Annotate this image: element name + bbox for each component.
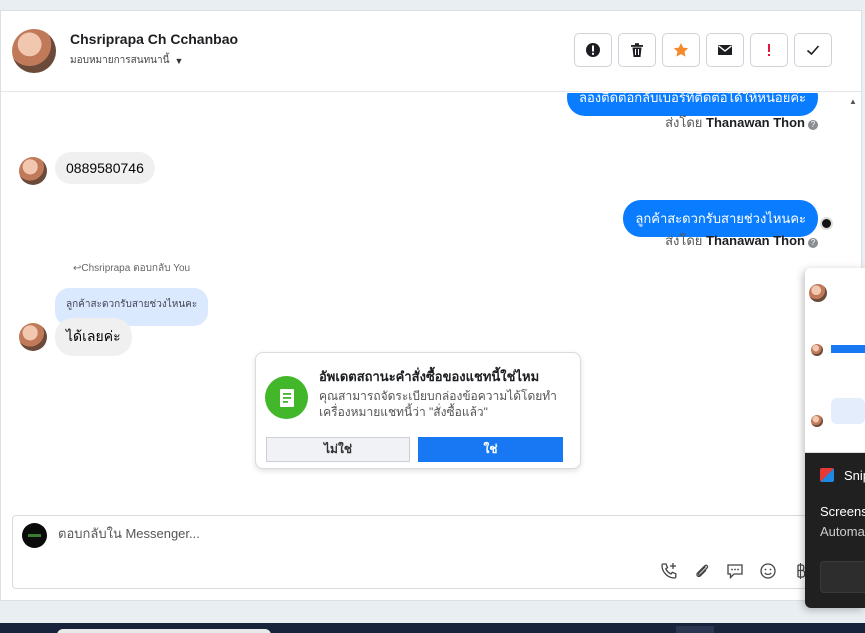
paperclip-icon xyxy=(696,564,709,578)
saved-replies-button[interactable] xyxy=(724,561,746,581)
taskbar-search[interactable] xyxy=(57,629,271,633)
agent-name: Thanawan Thon xyxy=(706,115,805,130)
help-icon[interactable]: ? xyxy=(808,238,818,248)
sent-by-prefix: ส่งโดย xyxy=(665,115,703,130)
thumb-bubble xyxy=(831,398,865,424)
scroll-up-arrow-icon[interactable]: ▲ xyxy=(849,97,857,106)
call-button[interactable] xyxy=(658,561,680,581)
thumb-avatar xyxy=(811,415,823,427)
composer xyxy=(12,515,852,589)
no-button[interactable]: ไม่ใช่ xyxy=(266,437,410,462)
header-actions xyxy=(574,33,832,67)
assign-conversation-dropdown[interactable]: มอบหมายการสนทนานี้ ▼ xyxy=(70,53,183,68)
contact-avatar-small xyxy=(19,157,47,185)
contact-avatar[interactable] xyxy=(12,29,56,73)
trash-icon xyxy=(631,43,643,57)
screenshot-thumbnail[interactable] xyxy=(805,268,865,453)
star-icon xyxy=(673,43,689,57)
thumb-avatar xyxy=(811,344,823,356)
exclamation-icon xyxy=(768,44,770,56)
receipt-icon xyxy=(279,388,294,407)
sent-by-prefix: ส่งโดย xyxy=(665,233,703,248)
mark-spam-button[interactable] xyxy=(574,33,612,67)
incoming-message: 0889580746 xyxy=(55,152,155,184)
order-status-dialog: อัพเดตสถานะคำสั่งซื้อของแชทนี้ใช่ไหม คุณ… xyxy=(255,352,581,469)
sent-by-label: ส่งโดย Thanawan Thon? xyxy=(665,112,818,133)
star-button[interactable] xyxy=(662,33,700,67)
mark-unread-button[interactable] xyxy=(706,33,744,67)
caret-down-icon: ▼ xyxy=(174,55,184,66)
chat-bubble-icon xyxy=(727,564,743,580)
yes-button[interactable]: ใช่ xyxy=(418,437,563,462)
delete-button[interactable] xyxy=(618,33,656,67)
conversation-header: Chsriprapa Ch Cchanbao มอบหมายการสนทนานี… xyxy=(1,11,861,92)
thumb-highlight xyxy=(831,345,865,353)
snipping-tool-notification[interactable]: Snip Screens Automa xyxy=(805,268,865,608)
notification-subtitle: Automa xyxy=(820,524,865,539)
contact-name[interactable]: Chsriprapa Ch Cchanbao xyxy=(70,31,238,47)
incoming-message: ได้เลยค่ะ xyxy=(55,318,132,356)
sent-by-label: ส่งโดย Thanawan Thon? xyxy=(665,230,818,251)
follow-up-button[interactable] xyxy=(750,33,788,67)
snipping-tool-icon xyxy=(820,468,834,482)
checkmark-icon xyxy=(806,45,820,56)
phone-plus-icon xyxy=(661,563,677,579)
emoji-button[interactable] xyxy=(757,561,779,581)
mark-done-button[interactable] xyxy=(794,33,832,67)
thumb-avatar xyxy=(809,284,827,302)
dialog-body: คุณสามารถจัดระเบียบกล่องข้อความได้โดยทำเ… xyxy=(319,389,557,419)
smiley-icon xyxy=(760,563,776,579)
taskbar-app[interactable] xyxy=(676,626,714,633)
exclamation-circle-icon xyxy=(586,43,600,57)
conversation-panel: Chsriprapa Ch Cchanbao มอบหมายการสนทนานี… xyxy=(0,10,862,601)
agent-name: Thanawan Thon xyxy=(706,233,805,248)
seen-indicator-icon xyxy=(820,217,833,230)
notification-action-button[interactable] xyxy=(820,561,865,593)
help-icon[interactable]: ? xyxy=(808,120,818,130)
assign-label: มอบหมายการสนทนานี้ xyxy=(70,55,170,66)
contact-avatar-small xyxy=(19,323,47,351)
page-avatar xyxy=(22,523,47,548)
composer-tools xyxy=(658,561,812,581)
order-icon xyxy=(265,376,308,419)
reply-input[interactable] xyxy=(58,526,758,541)
dialog-title: อัพเดตสถานะคำสั่งซื้อของแชทนี้ใช่ไหม xyxy=(319,369,540,384)
envelope-icon xyxy=(718,45,732,55)
reply-label: ↩Chsriprapa ตอบกลับ You xyxy=(73,263,191,274)
attach-button[interactable] xyxy=(691,561,713,581)
taskbar xyxy=(0,623,865,633)
notification-title: Screens xyxy=(820,504,865,519)
notification-app-name: Snip xyxy=(844,468,865,483)
